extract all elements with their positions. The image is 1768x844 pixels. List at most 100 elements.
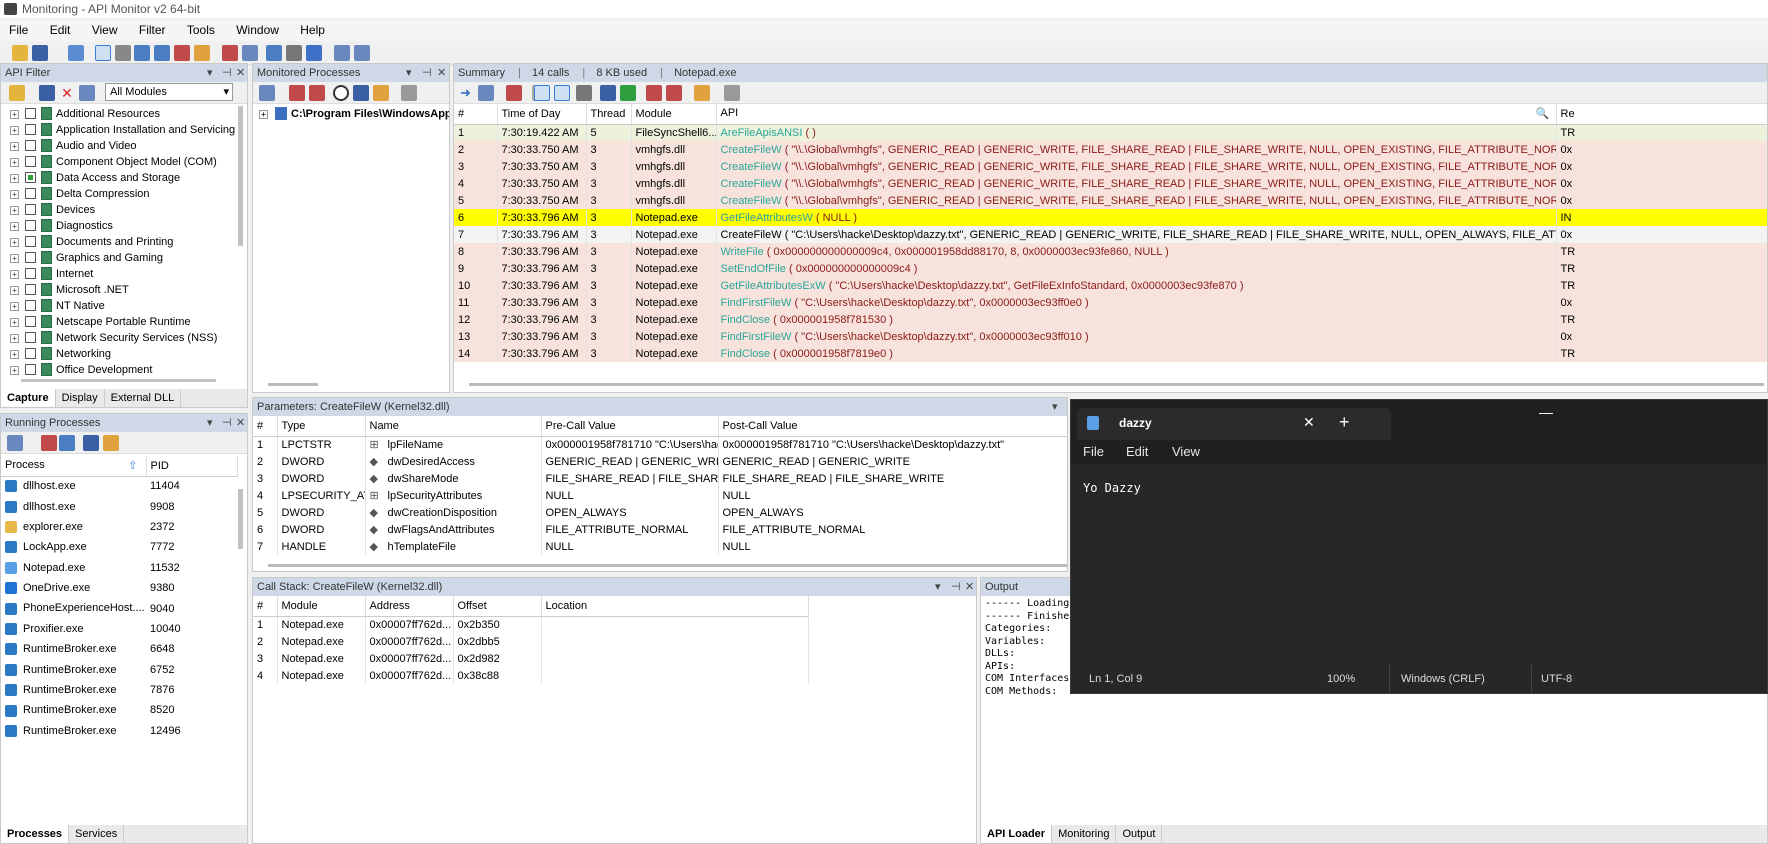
shield-icon[interactable] [306, 45, 322, 61]
tab-capture[interactable]: Capture [1, 389, 56, 407]
checkbox[interactable] [25, 284, 36, 295]
call-stack-row[interactable]: 3 Notepad.exe 0x00007ff762d... 0x2d982 [253, 650, 809, 667]
horizontal-scrollbar[interactable] [21, 379, 216, 382]
menu-filter[interactable]: Filter [130, 20, 175, 41]
horizontal-scrollbar[interactable] [469, 383, 1764, 386]
process-row[interactable]: dllhost.exe 11404 [1, 476, 237, 496]
expand-icon[interactable]: + [10, 110, 19, 119]
close-icon[interactable]: ✕ [236, 414, 245, 432]
notepad-menu-file[interactable]: File [1083, 444, 1104, 459]
code-view-icon[interactable] [95, 45, 111, 61]
pin-icon[interactable]: ⊣ [222, 64, 232, 82]
checkbox[interactable] [25, 124, 36, 135]
column-process[interactable]: Process ⇧ [1, 456, 147, 477]
expand-icon[interactable]: ⊞ [370, 438, 388, 451]
goto-icon[interactable]: ➜ [460, 85, 476, 101]
expand-icon[interactable]: + [10, 302, 19, 311]
api-name[interactable]: FindClose [721, 348, 771, 360]
expand-icon[interactable]: + [259, 110, 268, 119]
modules-select[interactable]: All Modules ▾ [105, 83, 233, 101]
menu-tools[interactable]: Tools [178, 20, 224, 41]
checkbox[interactable] [25, 300, 36, 311]
notepad-editor[interactable]: Yo Dazzy [1071, 464, 1767, 667]
dropdown-icon[interactable]: ▾ [406, 64, 412, 82]
process-row[interactable]: RuntimeBroker.exe 12496 [1, 721, 237, 741]
dropdown-icon[interactable]: ▾ [1052, 398, 1058, 416]
expand-icon[interactable]: + [10, 126, 19, 135]
export-icon[interactable] [620, 85, 636, 101]
expand-icon[interactable]: + [10, 142, 19, 151]
column-number[interactable]: # [454, 104, 498, 125]
api-name[interactable]: CreateFileW [721, 229, 782, 241]
summary-row[interactable]: 5 7:30:33.750 AM 3 vmhgfs.dll CreateFileW ( … [454, 192, 1767, 209]
call-stack-row[interactable]: 1 Notepad.exe 0x00007ff762d... 0x2b350 [253, 616, 809, 633]
summary-row[interactable]: 10 7:30:33.796 AM 3 Notepad.exe GetFileAttri… [454, 277, 1767, 294]
api-name[interactable]: CreateFileW [721, 144, 782, 156]
process-row[interactable]: dllhost.exe 9908 [1, 496, 237, 516]
process-row[interactable]: RuntimeBroker.exe 6752 [1, 660, 237, 680]
add-process-icon[interactable] [259, 85, 275, 101]
expand-icon[interactable]: + [10, 238, 19, 247]
column-post-call[interactable]: Post-Call Value [718, 416, 1067, 437]
properties-icon[interactable] [103, 435, 119, 451]
process-row[interactable]: RuntimeBroker.exe 8520 [1, 700, 237, 720]
checkbox[interactable] [25, 316, 36, 327]
filter-icon[interactable] [242, 45, 258, 61]
attach-icon[interactable] [83, 435, 99, 451]
column-api[interactable]: API 🔍 [716, 104, 1557, 125]
capture-icon[interactable] [222, 45, 238, 61]
api-name[interactable]: CreateFileW [721, 161, 782, 173]
save-icon[interactable] [32, 45, 48, 61]
summary-row[interactable]: 7 7:30:33.796 AM 3 Notepad.exe CreateFileW (… [454, 226, 1767, 243]
help-icon[interactable] [334, 45, 350, 61]
window-icon[interactable] [59, 435, 75, 451]
expand-icon[interactable]: + [10, 318, 19, 327]
hook-icon[interactable] [353, 85, 369, 101]
minimize-icon[interactable]: — [1539, 404, 1553, 420]
expand-icon[interactable]: + [10, 350, 19, 359]
horizontal-scrollbar[interactable] [268, 383, 318, 386]
process-row[interactable]: OneDrive.exe 9380 [1, 578, 237, 598]
api-name[interactable]: AreFileApisANSI [721, 127, 803, 139]
table-icon[interactable] [600, 85, 616, 101]
delete-icon[interactable]: ✕ [59, 85, 75, 101]
api-name[interactable]: WriteFile [721, 246, 764, 258]
detach-icon[interactable] [309, 85, 325, 101]
window-icon[interactable] [134, 45, 150, 61]
menu-view[interactable]: View [83, 20, 127, 41]
clear-breakpoint-icon[interactable] [666, 85, 682, 101]
expand-icon[interactable]: + [10, 366, 19, 375]
tab-output[interactable]: Output [1116, 825, 1163, 843]
expand-icon[interactable]: + [10, 334, 19, 343]
api-name[interactable]: CreateFileW [721, 178, 782, 190]
dropdown-icon[interactable]: ▾ [207, 414, 213, 432]
column-address[interactable]: Address [365, 596, 454, 617]
expand-icon[interactable]: ⊞ [370, 489, 388, 502]
tab-external-dll[interactable]: External DLL [105, 389, 182, 407]
api-name[interactable]: GetFileAttributesW [721, 212, 813, 224]
expand-icon[interactable]: + [10, 254, 19, 263]
summary-row[interactable]: 14 7:30:33.796 AM 3 Notepad.exe FindClose ( … [454, 345, 1767, 362]
checkbox[interactable] [25, 220, 36, 231]
column-location[interactable]: Location [541, 596, 809, 617]
column-name[interactable]: Name [365, 416, 542, 437]
checkbox[interactable] [25, 364, 36, 375]
breakpoint-icon[interactable] [646, 85, 662, 101]
checkbox[interactable] [25, 236, 36, 247]
expand-icon[interactable]: + [10, 174, 19, 183]
trash-icon[interactable] [401, 85, 417, 101]
column-pre-call[interactable]: Pre-Call Value [541, 416, 719, 437]
color-icon[interactable] [506, 85, 522, 101]
refresh-icon[interactable] [7, 435, 23, 451]
menu-window[interactable]: Window [227, 20, 288, 41]
checkbox[interactable] [25, 268, 36, 279]
summary-row[interactable]: 13 7:30:33.796 AM 3 Notepad.exe FindFirstFil… [454, 328, 1767, 345]
horizontal-scrollbar[interactable] [268, 564, 1067, 567]
pin-icon[interactable]: ⊣ [422, 64, 432, 82]
column-module[interactable]: Module [277, 596, 366, 617]
window-icon-4[interactable] [194, 45, 210, 61]
stop-icon[interactable] [289, 85, 305, 101]
monitor-icon[interactable] [266, 45, 282, 61]
parameter-row[interactable]: 7 HANDLE ◆ hTemplateFile NULL NULL [253, 538, 1067, 555]
dropdown-icon[interactable]: ▾ [207, 64, 213, 82]
